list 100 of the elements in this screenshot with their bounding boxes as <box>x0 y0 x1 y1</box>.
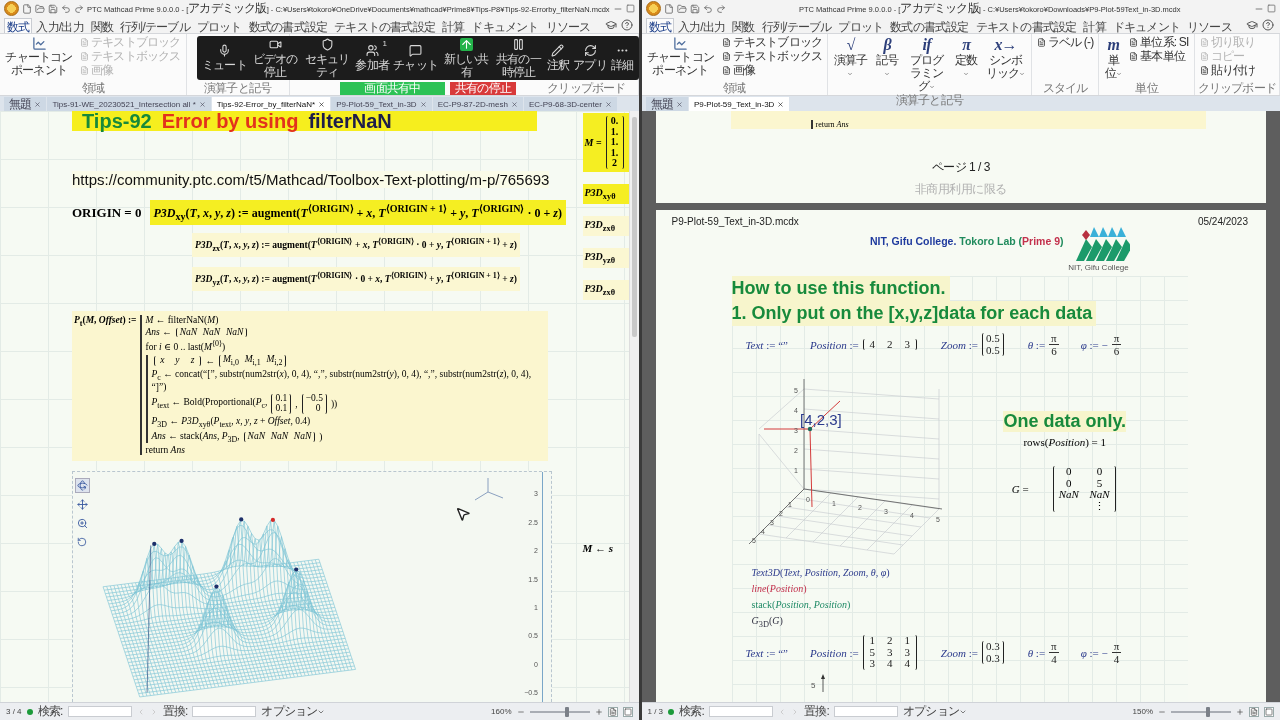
document-tab[interactable]: Tips-91-WE_20230521_Intersection all * <box>47 97 211 111</box>
ribbon-button[interactable]: 画像 <box>719 63 825 77</box>
ribbon-tab[interactable]: 行列/テーブル <box>758 18 835 33</box>
ribbon-group-label: 単位 <box>1134 82 1160 95</box>
meeting-toolbar-button[interactable]: チャット <box>392 36 440 80</box>
ribbon-tab[interactable]: ドキュメント <box>1109 18 1184 33</box>
ribbon-tab[interactable]: 入力/出力 <box>33 18 87 33</box>
ribbon-group-label: クリップボード <box>546 82 627 95</box>
ribbon-button[interactable]: 単位系: SI <box>1127 35 1191 49</box>
meeting-toolbar-button[interactable]: アプリ <box>572 36 608 80</box>
document-tab[interactable]: 無題 <box>4 97 47 111</box>
ribbon-button[interactable]: テキストブロック <box>719 35 825 49</box>
matrix: 0.1 0.1 <box>271 393 292 414</box>
math-text: Position := <box>809 338 859 351</box>
ribbon-button[interactable]: √ 演算子 <box>831 35 870 81</box>
logo-caption: NIT, Gifu College <box>1068 263 1129 272</box>
ribbon-button[interactable]: x→ シンボリック <box>983 35 1028 81</box>
heading-text: Error by using <box>161 111 299 133</box>
math-text: return Ans <box>810 120 849 129</box>
math-text: , <box>295 398 298 409</box>
ribbon-button[interactable]: β 記号 <box>872 35 902 81</box>
ribbon-tab[interactable]: プロット <box>835 18 887 33</box>
document-tab[interactable]: Tips-92-Error_by_filterNaN* <box>211 97 331 111</box>
ribbon-tab[interactable]: 計算 <box>438 18 468 33</box>
function-call: stack(Position, Position) <box>751 599 852 611</box>
options-button[interactable]: オプション <box>902 703 967 720</box>
document-tab[interactable]: P9-Plot-59_Text_in-3D <box>331 97 432 111</box>
matrix: 0.3 0.3 <box>981 640 1004 665</box>
matrix: 0 0 0 5 NaN NaN ⋮ <box>1052 466 1116 513</box>
ribbon-button[interactable]: π 定数 <box>951 35 981 81</box>
math-text: rows(Position) = 1 <box>1023 436 1107 449</box>
math-text: Text := “” <box>745 646 788 659</box>
math-text: ) <box>319 432 323 442</box>
ribbon-tab[interactable]: 数式の書式設定 <box>887 18 972 33</box>
function-definition: P3D$_{zx}$(T, x, y, z) := augment(T$^{⟨ORIGIN⟩}$ + x, T$^{⟨ORIGIN⟩}$ · 0 + y, T$^{⟨ORIGIN + 1⟩}$ + z) <box>192 233 520 258</box>
math-text: M ← filterNaN(M) <box>145 315 219 326</box>
ribbon-button[interactable]: テキストボックス <box>719 49 825 63</box>
function-call: G$_{3D}$(G) <box>751 615 784 630</box>
ribbon-button[interactable]: ラベル (-) <box>1034 35 1096 49</box>
ribbon-group-label: クリップボード <box>1197 82 1276 95</box>
meeting-toolbar-button[interactable]: ビデオの停止 <box>250 36 300 80</box>
ribbon-tab[interactable]: リソース <box>542 18 594 33</box>
function-call: line(Position) <box>751 583 808 595</box>
ribbon-group-label: 演算子と記号 <box>894 94 965 107</box>
ribbon-tab[interactable]: 関数 <box>87 18 117 33</box>
ribbon-button[interactable]: m 単位 <box>1102 35 1125 81</box>
math-text: P3D$_{yzθ}$ <box>584 250 616 265</box>
math-text: θ := <box>1027 646 1046 659</box>
math-text: ORIGIN = 0 <box>72 204 142 221</box>
document-tab[interactable]: P9-Plot-59_Text_in-3D <box>688 97 790 111</box>
math-text: P$_{text}$ ← Bold(Proportional(P$_{c}$, <box>151 397 268 411</box>
ribbon-tab[interactable]: ドキュメント <box>468 18 542 33</box>
zoom-percentage: 150% <box>1132 707 1153 716</box>
ribbon-tab[interactable]: 数式 <box>4 18 33 33</box>
ribbon-tab[interactable]: 行列/テーブル <box>117 18 193 33</box>
math-text: for i ∈ 0 .. last(M$^{⟨0⟩}$) <box>145 339 226 353</box>
search-label: 検索: <box>679 703 704 720</box>
meeting-toolbar-button[interactable]: 新しい共有 <box>441 36 492 80</box>
ribbon-tab[interactable]: 計算 <box>1080 18 1109 33</box>
ribbon-tab[interactable]: テキストの書式設定 <box>972 18 1080 33</box>
meeting-toolbar-button[interactable]: 共有の一時停止 <box>493 36 544 80</box>
options-button[interactable]: オプション <box>261 703 326 720</box>
chart-component-button[interactable]: チャートコンポーネント <box>644 35 717 78</box>
ribbon-button[interactable]: 基本単位 <box>1127 49 1191 63</box>
ribbon-tab[interactable]: 数式 <box>645 18 674 33</box>
ribbon-tab[interactable]: 数式の書式設定 <box>245 18 331 33</box>
chart-component-button[interactable]: チャートコンポーネント <box>3 35 75 78</box>
matrix: x y z <box>153 355 202 366</box>
math-text: P$_{c}$ ← concat(“[”, substr(num2str(x), 0, 4), “,”, substr(num2str(y), 0, 4), “,”, substr(num2str(z), 0, 4), “]”) <box>151 368 533 392</box>
document-tab[interactable]: 無題 <box>645 97 688 111</box>
matrix: −0.5 0 <box>301 393 327 414</box>
meeting-toolbar-button[interactable]: 注釈 <box>545 36 571 80</box>
note-heading: One data only. <box>1003 411 1127 433</box>
ribbon-tab[interactable]: 関数 <box>729 18 758 33</box>
ribbon-tab[interactable]: 入力/出力 <box>674 18 729 33</box>
stop-sharing-button[interactable]: 共有の停止 <box>450 82 516 95</box>
ribbon-tab[interactable]: テキストの書式設定 <box>331 18 438 33</box>
fraction: π 4 <box>1111 639 1122 666</box>
document-tab[interactable]: EC-P9-87-2D-mesh <box>432 97 523 111</box>
section-heading: 1. Only put on the [x,y,z]data for each data <box>731 301 1097 326</box>
replace-label: 置換: <box>162 703 188 720</box>
ribbon-tab[interactable]: プロット <box>193 18 245 33</box>
math-text: Text := “” <box>745 338 788 351</box>
function-definition: P3D$_{yz}$(T, x, y, z) := augment(T$^{⟨ORIGIN⟩}$ · 0 + x, T$^{⟨ORIGIN⟩}$ + y, T$^{⟨ORIGIN + 1⟩}$ + z) <box>192 267 520 292</box>
document-tab[interactable]: EC-P9-68-3D-center <box>523 97 617 111</box>
math-text: Ans ← <box>145 327 172 338</box>
meeting-toolbar-button[interactable]: 詳細 <box>610 36 635 80</box>
ribbon-button[interactable]: 貼り付け <box>1197 63 1258 77</box>
file-name: P9-Plot-59_Text_in-3D.mcdx <box>671 216 799 227</box>
page-footer: ページ 1 / 3 <box>931 159 990 176</box>
meeting-toolbar-button[interactable]: セキュリティ <box>302 36 353 80</box>
license-notice: 非商用利用に限る <box>914 181 1007 198</box>
function-call: Text3D(Text, Position, Zoom, θ, φ) <box>751 567 891 579</box>
meeting-toolbar-button[interactable]: ミュート <box>201 36 248 80</box>
url-text: https://community.ptc.com/t5/Mathcad/Toolbox-Text-plotting/m-p/765693 <box>72 171 550 188</box>
ribbon-tab[interactable]: リソース <box>1184 18 1235 33</box>
meeting-toolbar-button[interactable]: 1 参加者 <box>354 36 391 80</box>
matrix: NaN NaN NaN <box>243 432 316 442</box>
point-label: [4,2,3] <box>799 411 842 429</box>
ribbon-button[interactable]: if プログラミング <box>904 35 949 94</box>
